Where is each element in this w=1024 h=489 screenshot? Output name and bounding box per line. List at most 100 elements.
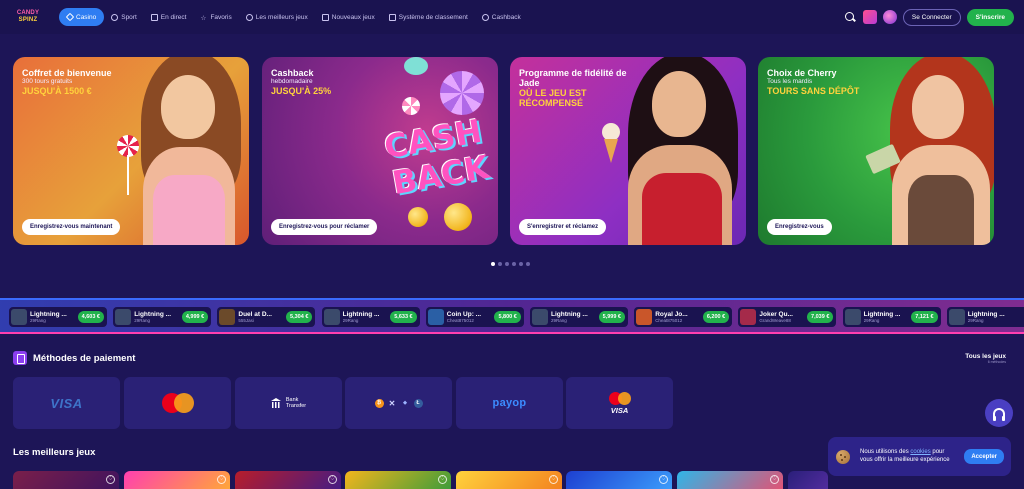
win-info: Lightning ... 29Rang (30, 311, 74, 323)
nav-casino-label: Casino (76, 13, 97, 21)
win-info: Lightning ... 29Rang (551, 311, 595, 323)
payop-logo: payop (492, 397, 527, 409)
promo-cherry-offer: TOURS SANS DÉPÔT (767, 86, 860, 96)
accept-cookies-button[interactable]: Accepter (964, 449, 1004, 464)
gem-icon[interactable] (882, 10, 897, 24)
payment-crypto[interactable]: ₿ ✕ ◆ Ł (345, 377, 452, 429)
favorite-heart-icon[interactable]: ♡ (659, 475, 668, 484)
win-amount: 4,999 € (181, 311, 209, 323)
promo-welcome-cta[interactable]: Enregistrez-vous maintenant (22, 219, 121, 235)
promo-cashback-cta[interactable]: Enregistrez-vous pour réclamer (271, 219, 378, 235)
win-item[interactable]: Lightning ... 29Rang 7,121 € (842, 307, 941, 327)
promo-card-cherry[interactable]: Choix de Cherry Tous les mardis TOURS SA… (758, 57, 994, 245)
ripple-icon: ✕ (387, 398, 397, 408)
nav-ranking[interactable]: Système de classement (382, 8, 475, 26)
all-methods-count: 6 méthodes (987, 360, 1006, 364)
promo-card-cashback[interactable]: CASH BACK Cashback hebdomadaire JUSQU'À … (262, 57, 498, 245)
nav-top-games-label: Les meilleurs jeux (255, 13, 308, 21)
win-amount: 7,039 € (807, 311, 834, 323)
win-item[interactable]: Lightning ... 29Rang 4,603 € (9, 307, 107, 327)
carousel-dots (491, 262, 530, 266)
promo-loyalty-title: Programme de fidélité de Jade (519, 68, 627, 88)
win-item[interactable]: Duel at D... 555Jasi 5,304 € (217, 307, 316, 327)
brand-logo[interactable]: CANDY SPINZ (12, 7, 44, 27)
cashback-icon (481, 13, 489, 21)
win-amount: 5,304 € (286, 311, 313, 323)
nav-sport[interactable]: Sport (104, 8, 144, 26)
game-tile[interactable] (788, 471, 828, 489)
win-item[interactable]: Lightning ... 29Rang 5,999 € (530, 307, 628, 327)
win-player-name: Cheat875012 (446, 318, 474, 323)
win-amount: 4,603 € (77, 311, 104, 323)
favorite-heart-icon[interactable]: ♡ (328, 475, 337, 484)
cookie-policy-link[interactable]: cookies (910, 449, 930, 455)
favorite-heart-icon[interactable]: ♡ (438, 475, 447, 484)
payment-bank-transfer[interactable]: Bank Transfer (235, 377, 342, 429)
game-tile[interactable]: ♡ (235, 471, 341, 489)
star-icon: ☆ (200, 14, 207, 22)
carousel-dot[interactable] (526, 262, 530, 266)
payment-visa[interactable]: VISA (13, 377, 120, 429)
favorite-heart-icon[interactable]: ♡ (217, 475, 226, 484)
all-methods-label: Tous les jeux (965, 353, 1006, 360)
win-game-name: Lightning ... (342, 311, 380, 318)
game-thumbnail (532, 309, 548, 325)
game-tile[interactable]: ♡ (677, 471, 783, 489)
promo-loyalty-text: Programme de fidélité de Jade OÙ LE JEU … (519, 68, 639, 108)
ball-icon (111, 13, 119, 21)
favorite-heart-icon[interactable]: ♡ (549, 475, 558, 484)
favorite-heart-icon[interactable]: ♡ (106, 475, 115, 484)
win-item[interactable]: Lightning ... 29Rang 4,999 € (113, 307, 212, 327)
nav-sport-label: Sport (121, 13, 137, 21)
gift-icon[interactable] (862, 10, 877, 24)
cookie-icon (836, 449, 850, 464)
win-player-name: Cheat875012 (655, 318, 683, 323)
flame-icon (245, 13, 253, 21)
promo-cherry-cta[interactable]: Enregistrez-vous (767, 219, 832, 235)
login-button[interactable]: Se Connecter (902, 8, 961, 26)
search-icon[interactable] (843, 10, 857, 24)
mastercard-visa-logo: VISA (608, 391, 631, 415)
nav-top-games[interactable]: Les meilleurs jeux (239, 8, 315, 26)
promo-card-loyalty[interactable]: Programme de fidélité de Jade OÙ LE JEU … (510, 57, 746, 245)
game-tile[interactable]: ♡ (124, 471, 230, 489)
all-methods-link[interactable]: Tous les jeux 6 méthodes (965, 353, 1006, 364)
payment-mastercard-visa[interactable]: VISA (566, 377, 673, 429)
nav-casino[interactable]: Casino (59, 8, 105, 26)
promo-cashback-title: Cashback (271, 68, 314, 78)
promo-welcome-title: Coffret de bienvenue (22, 68, 112, 78)
favorite-heart-icon[interactable]: ♡ (770, 475, 779, 484)
support-chat-button[interactable] (985, 399, 1013, 427)
payment-payop[interactable]: payop (456, 377, 563, 429)
game-tile[interactable]: ♡ (13, 471, 119, 489)
win-item[interactable]: Joker Qu... GrandWeave88 7,039 € (738, 307, 837, 327)
win-item[interactable]: Lightning ...29Rang7,6 (946, 307, 1024, 327)
win-game-name: Coin Up: ... (446, 311, 482, 318)
win-info: Duel at D... 555Jasi (238, 311, 282, 323)
carousel-dot[interactable] (512, 262, 516, 266)
signup-button[interactable]: S'inscrire (966, 8, 1014, 26)
nav-live[interactable]: En direct (144, 8, 194, 26)
payment-mastercard[interactable] (124, 377, 231, 429)
nav-favorites[interactable]: ☆ Favoris (193, 8, 238, 26)
promo-cashback-text: Cashback hebdomadaire JUSQU'À 25% (271, 68, 391, 96)
bank-line2: Transfer (285, 403, 307, 409)
ethereum-icon: ◆ (400, 398, 410, 408)
win-item[interactable]: Royal Jo... Cheat875012 6,200 € (634, 307, 733, 327)
win-item[interactable]: Coin Up: ... Cheat875012 5,800 € (425, 307, 524, 327)
live-icon (150, 13, 158, 21)
carousel-dot[interactable] (519, 262, 523, 266)
promo-loyalty-cta[interactable]: S'enregistrer et réclamez (519, 219, 607, 235)
game-tile[interactable]: ♡ (345, 471, 451, 489)
carousel-dot[interactable] (491, 262, 495, 266)
win-amount: 5,800 € (494, 311, 521, 323)
carousel-dot[interactable] (498, 262, 502, 266)
nav-new-games[interactable]: Nouveaux jeux (315, 8, 382, 26)
game-tile[interactable]: ♡ (456, 471, 562, 489)
promo-cashback-sub: hebdomadaire (271, 78, 313, 85)
win-item[interactable]: Lightning ... 29Rang 5,633 € (321, 307, 420, 327)
game-tile[interactable]: ♡ (566, 471, 672, 489)
carousel-dot[interactable] (505, 262, 509, 266)
nav-cashback[interactable]: Cashback (475, 8, 528, 26)
promo-card-welcome[interactable]: Coffret de bienvenue 300 tours gratuits … (13, 57, 249, 245)
